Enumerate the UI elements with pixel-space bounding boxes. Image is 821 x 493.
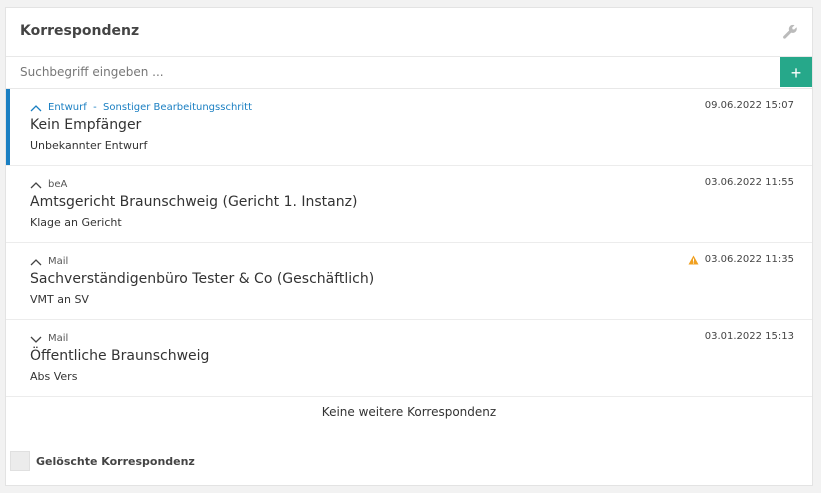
item-date-label: 09.06.2022 15:07: [704, 100, 794, 111]
correspondence-panel: Korrespondenz + Entwurf - Sonstiger Bear…: [5, 7, 813, 486]
item-subtitle: Klage an Gericht: [30, 216, 122, 229]
chevron-down-icon[interactable]: [30, 334, 42, 344]
list-item[interactable]: Entwurf - Sonstiger Bearbeitungsschritt K…: [6, 89, 812, 166]
list-item[interactable]: Mail Öffentliche Braunschweig Abs Vers 03.0…: [6, 320, 812, 397]
item-date: 03.01.2022 15:13: [705, 331, 794, 342]
correspondence-list: Entwurf - Sonstiger Bearbeitungsschritt K…: [6, 89, 812, 397]
item-meta-label: beA: [48, 179, 68, 190]
chevron-up-icon[interactable]: [30, 257, 42, 267]
item-subtitle: Unbekannter Entwurf: [30, 139, 148, 152]
wrench-icon[interactable]: [782, 24, 798, 40]
item-subtitle: VMT an SV: [30, 293, 89, 306]
list-item[interactable]: Mail Sachverständigenbüro Tester & Co (Ge…: [6, 243, 812, 320]
item-meta[interactable]: beA: [30, 179, 67, 190]
item-meta[interactable]: Mail: [30, 256, 68, 267]
add-button[interactable]: +: [780, 57, 812, 87]
deleted-toggle[interactable]: Gelöschte Korrespondenz: [10, 451, 195, 471]
item-meta-label: Entwurf - Sonstiger Bearbeitungsschritt: [48, 102, 253, 113]
panel-title: Korrespondenz: [20, 23, 140, 39]
item-meta-label: Mail: [48, 333, 69, 344]
no-more-text: Keine weitere Korrespondenz: [321, 405, 497, 419]
item-meta[interactable]: Mail: [30, 333, 68, 344]
panel-header: Korrespondenz: [6, 8, 812, 57]
item-date: 09.06.2022 15:07: [705, 100, 794, 111]
item-date: 03.06.2022 11:35: [688, 254, 794, 265]
item-title: Sachverständigenbüro Tester & Co (Geschä…: [30, 271, 375, 287]
chevron-up-icon[interactable]: [30, 180, 42, 190]
item-date-label: 03.01.2022 15:13: [704, 331, 794, 342]
item-title: Öffentliche Braunschweig: [30, 348, 210, 364]
item-date-label: 03.06.2022 11:35: [704, 254, 794, 265]
deleted-checkbox[interactable]: [10, 451, 30, 471]
search-input[interactable]: [6, 57, 776, 87]
item-title: Kein Empfänger: [30, 117, 142, 133]
item-date: 03.06.2022 11:55: [705, 177, 794, 188]
warning-icon: [688, 255, 699, 264]
item-date-label: 03.06.2022 11:55: [704, 177, 794, 188]
item-title: Amtsgericht Braunschweig (Gericht 1. Ins…: [30, 194, 358, 210]
search-row: +: [6, 57, 812, 89]
deleted-label: Gelöschte Korrespondenz: [36, 454, 195, 468]
chevron-up-icon[interactable]: [30, 103, 42, 113]
list-item[interactable]: beA Amtsgericht Braunschweig (Gericht 1. …: [6, 166, 812, 243]
item-meta-label: Mail: [48, 256, 69, 267]
item-subtitle: Abs Vers: [30, 370, 78, 383]
item-meta[interactable]: Entwurf - Sonstiger Bearbeitungsschritt: [30, 102, 252, 113]
